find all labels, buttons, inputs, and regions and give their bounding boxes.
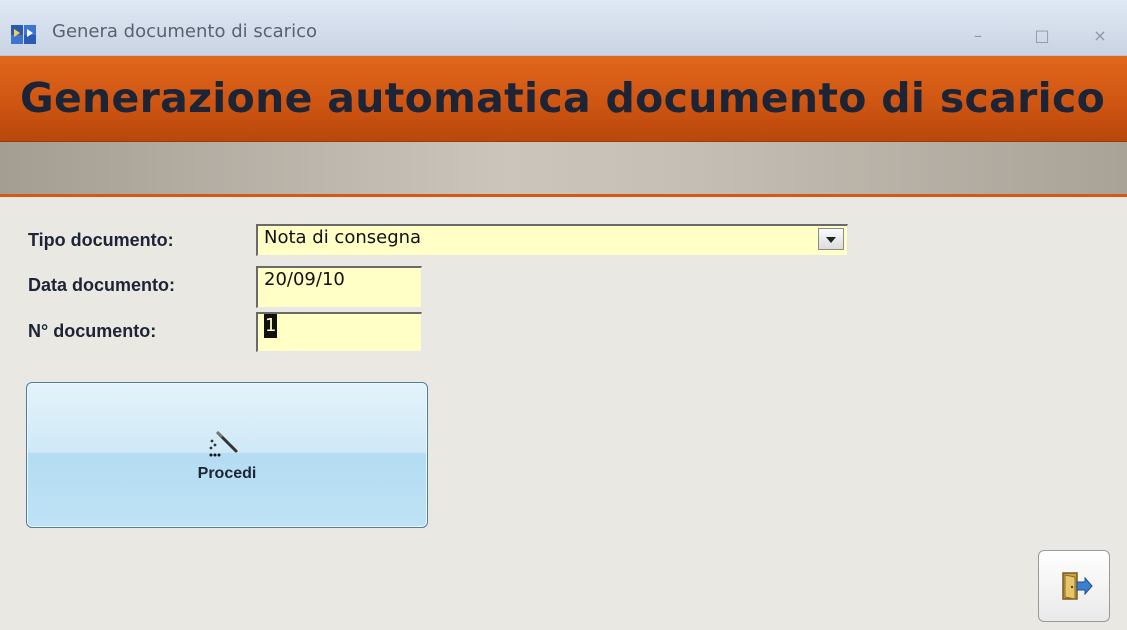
tipo-documento-select[interactable]: Nota di consegna: [256, 224, 848, 256]
maximize-button[interactable]: □: [1030, 26, 1054, 46]
numero-documento-label: N° documento:: [28, 321, 157, 341]
magic-wand-icon: [209, 431, 238, 457]
page-title: Generazione automatica documento di scar…: [20, 74, 1106, 122]
data-documento-field[interactable]: 20/09/10: [256, 266, 422, 308]
exit-button[interactable]: [1038, 550, 1110, 622]
data-documento-label: Data documento:: [28, 275, 176, 295]
procedi-button[interactable]: Procedi: [26, 382, 428, 528]
app-icon: [11, 25, 36, 44]
minimize-button[interactable]: –: [966, 26, 990, 46]
procedi-label: Procedi: [197, 465, 257, 482]
close-button[interactable]: ×: [1088, 26, 1112, 46]
exit-door-icon: [1062, 572, 1093, 600]
numero-documento-value: 1: [264, 314, 278, 338]
title-bar: Genera documento di scarico – □ ×: [0, 0, 1127, 56]
tipo-documento-value: Nota di consegna: [264, 227, 422, 248]
numero-documento-field[interactable]: 1: [256, 312, 422, 352]
header-divider: [0, 194, 1127, 197]
data-documento-value: 20/09/10: [264, 269, 345, 290]
header-band: [0, 142, 1127, 194]
window-title: Genera documento di scarico: [52, 21, 317, 42]
chevron-down-icon[interactable]: [818, 228, 844, 250]
header-banner: Generazione automatica documento di scar…: [0, 56, 1127, 142]
tipo-documento-label: Tipo documento:: [28, 230, 174, 250]
